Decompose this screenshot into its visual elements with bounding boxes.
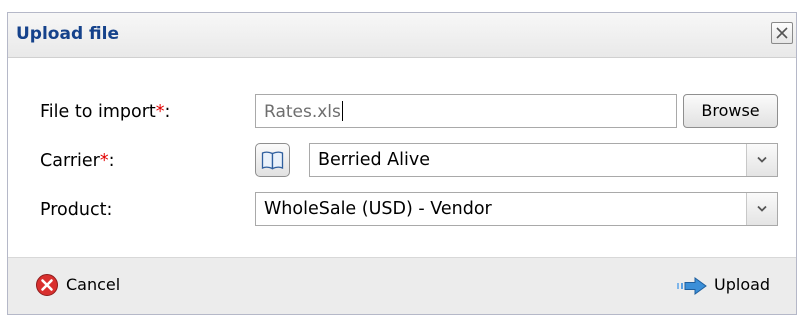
text-caret xyxy=(341,101,343,121)
carrier-lookup-button[interactable] xyxy=(255,143,290,177)
carrier-selected-value: Berried Alive xyxy=(318,150,430,170)
file-path-input[interactable]: Rates.xls xyxy=(255,94,677,128)
cancel-icon xyxy=(36,274,58,296)
close-button[interactable] xyxy=(771,22,793,44)
upload-file-dialog: Upload file File to import*: Rates.xls B… xyxy=(7,12,797,315)
upload-button[interactable]: Upload xyxy=(676,272,786,298)
dialog-titlebar[interactable]: Upload file xyxy=(8,13,796,58)
carrier-label: Carrier*: xyxy=(40,151,115,171)
required-marker: * xyxy=(99,151,109,171)
upload-form: File to import*: Rates.xls Browse Carrie… xyxy=(8,57,796,253)
browse-button[interactable]: Browse xyxy=(683,94,778,128)
required-marker: * xyxy=(155,102,165,122)
book-icon xyxy=(261,151,284,170)
product-selected-value: WholeSale (USD) - Vendor xyxy=(264,199,492,219)
file-path-value: Rates.xls xyxy=(264,102,341,122)
carrier-select[interactable]: Berried Alive xyxy=(309,143,778,177)
upload-button-label: Upload xyxy=(714,275,771,294)
file-to-import-label: File to import*: xyxy=(40,102,171,122)
arrow-right-icon xyxy=(677,277,707,295)
product-select[interactable]: WholeSale (USD) - Vendor xyxy=(255,192,778,226)
dialog-footer: Cancel Upload xyxy=(8,257,796,314)
dialog-title: Upload file xyxy=(16,24,119,44)
carrier-dropdown-trigger[interactable] xyxy=(746,144,777,176)
cancel-button[interactable]: Cancel xyxy=(35,272,145,298)
product-label: Product: xyxy=(40,200,113,220)
product-dropdown-trigger[interactable] xyxy=(746,193,777,225)
cancel-button-label: Cancel xyxy=(66,275,121,294)
chevron-down-icon xyxy=(757,156,767,163)
close-icon xyxy=(776,27,788,39)
chevron-down-icon xyxy=(757,205,767,212)
